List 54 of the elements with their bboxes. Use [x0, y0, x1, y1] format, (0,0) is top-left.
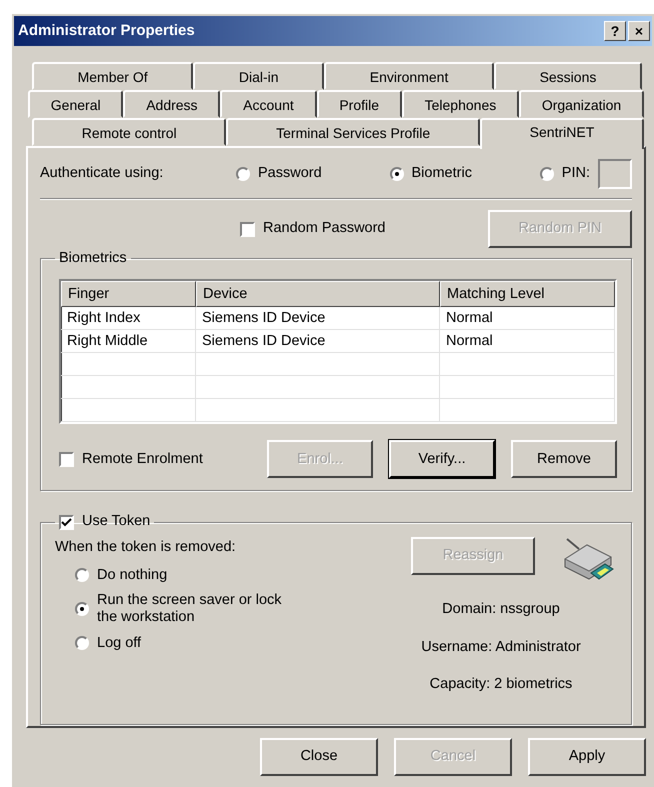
- group-title: Biometrics: [58, 250, 128, 268]
- tab[interactable]: Profile: [316, 90, 402, 118]
- list-cell: Normal: [440, 330, 615, 354]
- tab[interactable]: Sessions: [494, 62, 642, 90]
- list-cell: Siemens ID Device: [196, 307, 440, 330]
- checkbox-label: Use Token: [82, 513, 150, 531]
- tab[interactable]: Address: [123, 90, 220, 118]
- tab[interactable]: Account: [220, 90, 317, 118]
- info-text: Capacity: 2 biometrics: [428, 675, 574, 694]
- column-header[interactable]: Device: [196, 281, 440, 308]
- radio-button[interactable]: [75, 568, 89, 582]
- list-cell: Right Index: [61, 307, 196, 330]
- tab[interactable]: Dial-in: [193, 62, 324, 90]
- info-text: Domain: nssgroup: [441, 600, 561, 619]
- radio-button[interactable]: [540, 167, 554, 181]
- list-cell: Right Middle: [61, 330, 196, 354]
- option-label: Biometric: [412, 164, 472, 184]
- authenticate-label: Authenticate using:: [40, 164, 164, 184]
- option-label: Password: [258, 164, 322, 184]
- checkbox-label: Random Password: [263, 219, 386, 238]
- pin-field[interactable]: [598, 159, 632, 189]
- checkbox[interactable]: [59, 514, 74, 530]
- tab[interactable]: Environment: [324, 62, 494, 90]
- checkbox[interactable]: [59, 452, 74, 467]
- tab[interactable]: Member Of: [32, 62, 194, 90]
- checkbox[interactable]: [240, 222, 255, 236]
- help-button[interactable]: ?: [604, 21, 626, 41]
- option-label: Run the screen saver or lock the workstation: [97, 592, 283, 627]
- radio-button[interactable]: [390, 167, 404, 181]
- checkbox-label: Remote Enrolment: [82, 450, 203, 469]
- token-prompt: When the token is removed:: [55, 538, 237, 557]
- tab[interactable]: Terminal Services Profile: [226, 118, 480, 146]
- option-label: Do nothing: [97, 566, 168, 584]
- push-button[interactable]: Apply: [528, 738, 646, 776]
- column-header[interactable]: Matching Level: [440, 281, 615, 308]
- push-button[interactable]: Close: [260, 738, 378, 776]
- close-button[interactable]: ×: [628, 21, 650, 41]
- tab[interactable]: General: [28, 90, 124, 118]
- push-button[interactable]: Verify...: [389, 440, 495, 478]
- tab[interactable]: SentriNET: [480, 118, 644, 149]
- tab[interactable]: Telephones: [402, 90, 520, 118]
- radio-button[interactable]: [75, 636, 89, 650]
- option-label: Log off: [97, 634, 142, 652]
- push-button[interactable]: Remove: [511, 440, 617, 478]
- option-label: PIN:: [562, 164, 590, 184]
- window-title: Administrator Properties: [18, 20, 195, 41]
- radio-button[interactable]: [236, 167, 250, 181]
- radio-button[interactable]: [75, 602, 89, 616]
- list-cell: Normal: [440, 307, 615, 330]
- tab[interactable]: Organization: [519, 90, 644, 118]
- list-cell: Siemens ID Device: [196, 330, 440, 354]
- info-text: Username: Administrator: [421, 638, 581, 657]
- tab[interactable]: Remote control: [32, 118, 226, 146]
- column-header[interactable]: Finger: [61, 281, 196, 308]
